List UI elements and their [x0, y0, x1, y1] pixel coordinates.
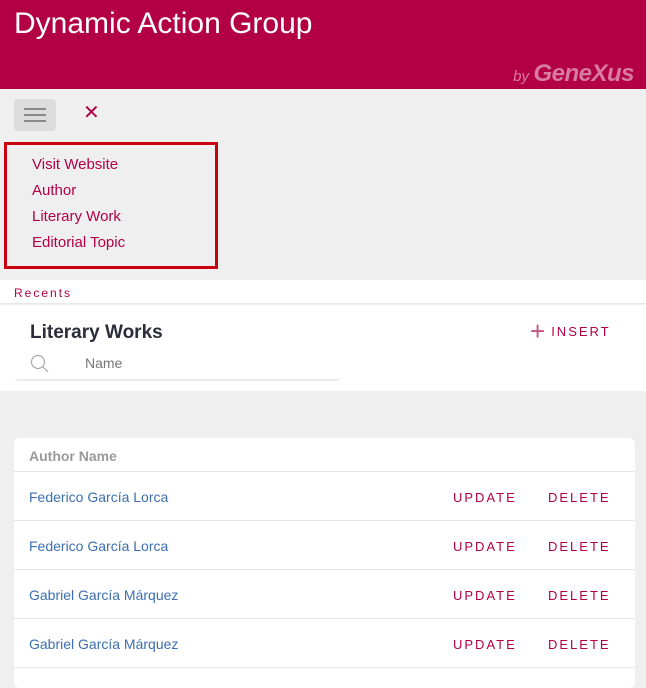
app-header: Dynamic Action Group by GeneXus: [0, 0, 646, 89]
table-row: Gabriel García Márquez UPDATE DELETE: [14, 570, 635, 619]
insert-button[interactable]: + INSERT: [530, 316, 611, 346]
update-button[interactable]: UPDATE: [453, 588, 517, 603]
search-icon: [30, 354, 49, 373]
menu-item-editorial-topic[interactable]: Editorial Topic: [32, 234, 125, 251]
page-title: Literary Works: [30, 322, 163, 343]
update-button[interactable]: UPDATE: [453, 637, 517, 652]
author-name-link[interactable]: Federico García Lorca: [29, 538, 168, 554]
recents-bar: Recents: [0, 280, 646, 304]
recents-label[interactable]: Recents: [14, 286, 72, 300]
delete-button[interactable]: DELETE: [548, 490, 611, 505]
delete-button[interactable]: DELETE: [548, 637, 611, 652]
search-panel: Literary Works + INSERT: [0, 305, 646, 391]
author-name-link[interactable]: Federico García Lorca: [29, 489, 168, 505]
update-button[interactable]: UPDATE: [453, 490, 517, 505]
plus-icon: +: [530, 316, 548, 346]
action-group-menu: Visit Website Author Literary Work Edito…: [4, 142, 218, 269]
hamburger-icon: [24, 108, 46, 110]
delete-button[interactable]: DELETE: [548, 588, 611, 603]
author-name-link[interactable]: Gabriel García Márquez: [29, 587, 178, 603]
authors-grid: Author Name Federico García Lorca UPDATE…: [14, 438, 635, 688]
table-row: Gabriel García Márquez UPDATE DELETE: [14, 619, 635, 668]
insert-label: INSERT: [551, 323, 611, 339]
column-header-author-name[interactable]: Author Name: [14, 438, 635, 472]
hamburger-menu-button[interactable]: [14, 99, 56, 131]
close-icon[interactable]: ✕: [83, 100, 100, 125]
menu-item-literary-work[interactable]: Literary Work: [32, 208, 121, 225]
table-row: Federico García Lorca UPDATE DELETE: [14, 472, 635, 521]
author-name-link[interactable]: Gabriel García Márquez: [29, 636, 178, 652]
delete-button[interactable]: DELETE: [548, 539, 611, 554]
genexus-logo: by GeneXus: [513, 60, 634, 87]
app-title: Dynamic Action Group: [14, 7, 313, 40]
search-input[interactable]: [85, 355, 325, 371]
table-row: Federico García Lorca UPDATE DELETE: [14, 521, 635, 570]
menu-item-author[interactable]: Author: [32, 182, 76, 199]
search-field: [15, 347, 340, 381]
update-button[interactable]: UPDATE: [453, 539, 517, 554]
menu-item-visit-website[interactable]: Visit Website: [32, 156, 118, 173]
